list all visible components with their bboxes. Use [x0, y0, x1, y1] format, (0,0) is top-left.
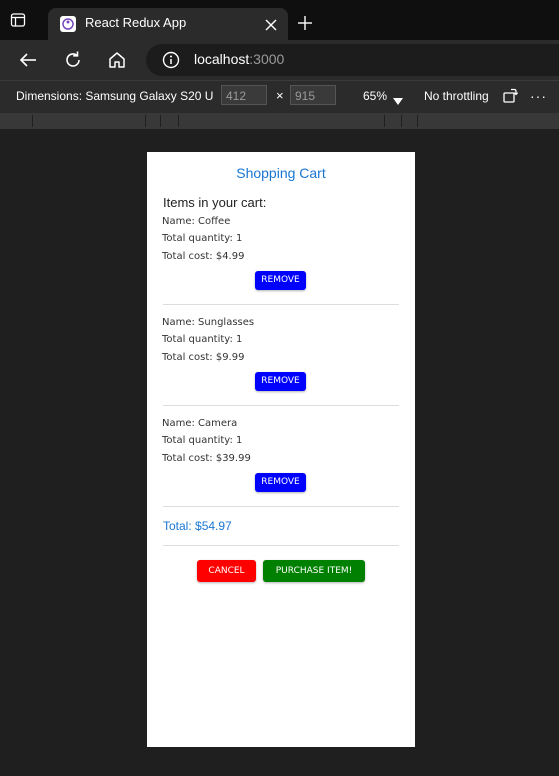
- remove-button[interactable]: REMOVE: [255, 372, 306, 391]
- address-text: localhost:3000: [194, 51, 284, 67]
- navigation-bar: localhost:3000: [0, 40, 559, 80]
- media-query-ruler: [0, 113, 559, 129]
- width-input[interactable]: 412: [221, 85, 267, 105]
- item-quantity: Total quantity: 1: [162, 334, 243, 345]
- address-port: :3000: [249, 51, 285, 67]
- tab-title: React Redux App: [85, 15, 187, 30]
- item-cost: Total cost: $39.99: [162, 453, 251, 464]
- device-toolbar: Dimensions: Samsung Galaxy S20 Ultra 412…: [0, 80, 559, 113]
- chevron-down-icon[interactable]: [393, 91, 403, 110]
- more-options-button[interactable]: ···: [530, 88, 547, 104]
- address-bar[interactable]: localhost:3000: [146, 44, 559, 76]
- cart-item-coffee: Name: Coffee Total quantity: 1 Total cos…: [147, 214, 415, 315]
- tab-bar: React Redux App: [0, 0, 559, 40]
- height-input[interactable]: 915: [290, 85, 336, 105]
- remove-button[interactable]: REMOVE: [255, 473, 306, 492]
- cart-total: Total: $54.97: [163, 519, 232, 533]
- cart-items-heading: Items in your cart:: [163, 195, 267, 210]
- plus-icon[interactable]: [298, 15, 312, 30]
- refresh-icon[interactable]: [63, 50, 83, 70]
- dimensions-separator: ×: [276, 88, 284, 103]
- item-name: Name: Camera: [162, 418, 238, 429]
- item-name: Name: Coffee: [162, 216, 231, 227]
- item-quantity: Total quantity: 1: [162, 233, 243, 244]
- item-divider: [163, 506, 399, 507]
- cart-item-camera: Name: Camera Total quantity: 1 Total cos…: [147, 416, 415, 517]
- app-favicon-icon: [60, 16, 76, 32]
- home-icon[interactable]: [107, 50, 127, 70]
- item-quantity: Total quantity: 1: [162, 435, 243, 446]
- item-divider: [163, 405, 399, 406]
- address-host: localhost: [194, 51, 250, 67]
- dimensions-select[interactable]: Dimensions: Samsung Galaxy S20 Ultra: [16, 89, 214, 103]
- cart-item-sunglasses: Name: Sunglasses Total quantity: 1 Total…: [147, 315, 415, 416]
- sidebar-toggle-icon[interactable]: [10, 12, 26, 28]
- page-title: Shopping Cart: [236, 165, 326, 181]
- browser-tab[interactable]: React Redux App: [48, 8, 288, 40]
- throttling-select[interactable]: No throttling: [424, 89, 500, 103]
- item-cost: Total cost: $4.99: [162, 251, 245, 262]
- zoom-select[interactable]: 65%: [363, 89, 387, 103]
- close-icon[interactable]: [264, 17, 278, 31]
- emulated-viewport: Shopping Cart Items in your cart: Name: …: [147, 152, 415, 747]
- item-divider: [163, 304, 399, 305]
- info-icon[interactable]: [162, 51, 180, 69]
- item-name: Name: Sunglasses: [162, 317, 255, 328]
- back-arrow-icon[interactable]: [18, 50, 38, 70]
- total-divider: [163, 545, 399, 546]
- remove-button[interactable]: REMOVE: [255, 271, 306, 290]
- rotate-icon[interactable]: [502, 88, 519, 104]
- purchase-button[interactable]: PURCHASE ITEM!: [263, 560, 365, 582]
- cancel-button[interactable]: CANCEL: [197, 560, 256, 582]
- item-cost: Total cost: $9.99: [162, 352, 245, 363]
